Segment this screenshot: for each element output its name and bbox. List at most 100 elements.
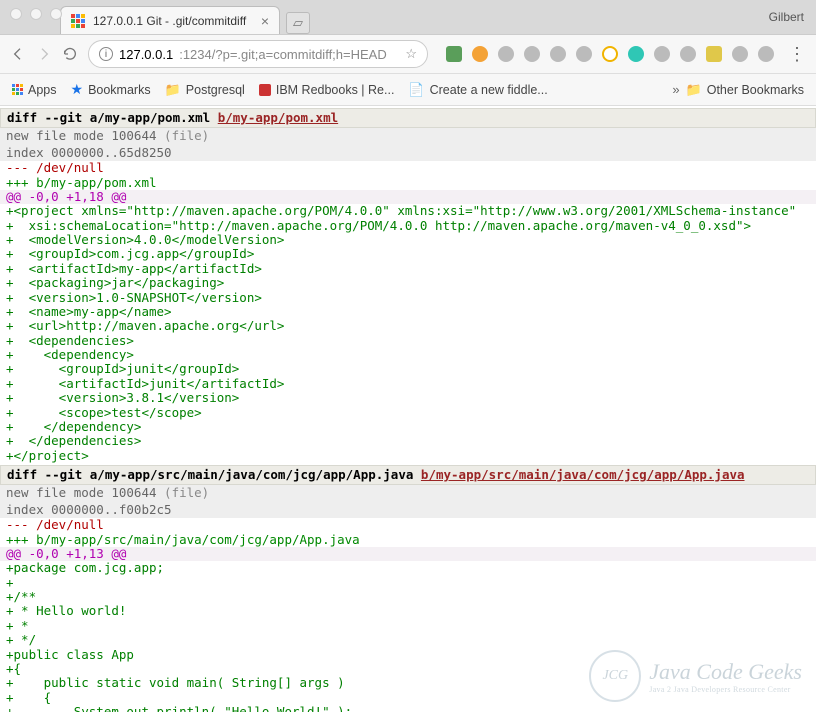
diff-added-line: +{ bbox=[0, 662, 816, 676]
diff-added-line: + { bbox=[0, 691, 816, 705]
diff-added-line: + <name>my-app</name> bbox=[0, 305, 816, 319]
diff-added-line: + <version>3.8.1</version> bbox=[0, 391, 816, 405]
extension-evernote-icon[interactable] bbox=[446, 46, 462, 62]
profile-name[interactable]: Gilbert bbox=[769, 10, 804, 24]
extension-icon[interactable] bbox=[680, 46, 696, 62]
bookmark-star-icon[interactable]: ☆ bbox=[405, 46, 417, 62]
diff-added-line: + xsi:schemaLocation="http://maven.apach… bbox=[0, 219, 816, 233]
diff-minus-file: --- /dev/null bbox=[0, 518, 816, 532]
reload-button[interactable] bbox=[62, 45, 78, 63]
diff-file-header: diff --git a/my-app/src/main/java/com/jc… bbox=[0, 465, 816, 485]
diff-added-line: +</project> bbox=[0, 449, 816, 463]
diff-minus-file: --- /dev/null bbox=[0, 161, 816, 175]
diff-index: index 0000000..f00b2c5 bbox=[0, 502, 816, 518]
url-host: 127.0.0.1 bbox=[119, 47, 173, 62]
diff-added-line: +public class App bbox=[0, 648, 816, 662]
diff-added-line: + <scope>test</scope> bbox=[0, 406, 816, 420]
bookmark-postgresql[interactable]: 📁 Postgresql bbox=[165, 82, 245, 98]
tab-close-icon[interactable]: × bbox=[261, 13, 269, 29]
diff-mode: new file mode 100644 (file) bbox=[0, 485, 816, 501]
diff-added-line: + <groupId>com.jcg.app</groupId> bbox=[0, 247, 816, 261]
url-path: :1234/?p=.git;a=commitdiff;h=HEAD bbox=[179, 47, 387, 62]
page-icon: 📄 bbox=[408, 82, 424, 98]
diff-header-text: diff --git a/my-app/src/main/java/com/jc… bbox=[7, 467, 421, 482]
diff-added-line: + <modelVersion>4.0.0</modelVersion> bbox=[0, 233, 816, 247]
address-bar: i 127.0.0.1 :1234/?p=.git;a=commitdiff;h=… bbox=[0, 34, 816, 74]
page-content: diff --git a/my-app/pom.xml b/my-app/pom… bbox=[0, 106, 816, 712]
window-controls bbox=[10, 8, 62, 20]
diff-plus-file: +++ b/my-app/src/main/java/com/jcg/app/A… bbox=[0, 533, 816, 547]
extension-icon[interactable] bbox=[498, 46, 514, 62]
extension-icon[interactable] bbox=[732, 46, 748, 62]
diff-added-line: + */ bbox=[0, 633, 816, 647]
bookmark-fiddle[interactable]: 📄 Create a new fiddle... bbox=[408, 82, 547, 98]
diff-added-line: +package com.jcg.app; bbox=[0, 561, 816, 575]
apps-label: Apps bbox=[28, 83, 57, 97]
diff-added-line: + <version>1.0-SNAPSHOT</version> bbox=[0, 291, 816, 305]
bookmark-label: Bookmarks bbox=[88, 83, 151, 97]
diff-added-line: + * Hello world! bbox=[0, 604, 816, 618]
traffic-light-close-icon[interactable] bbox=[10, 8, 22, 20]
browser-tab[interactable]: 127.0.0.1 Git - .git/commitdiff × bbox=[60, 6, 280, 34]
bookmarks-overflow-icon[interactable]: » bbox=[672, 82, 679, 97]
diff-file-header: diff --git a/my-app/pom.xml b/my-app/pom… bbox=[0, 108, 816, 128]
extension-icon[interactable] bbox=[758, 46, 774, 62]
diff-hunk-header: @@ -0,0 +1,18 @@ bbox=[0, 190, 816, 204]
bookmark-label: Postgresql bbox=[186, 83, 245, 97]
forward-button[interactable] bbox=[36, 45, 52, 63]
extension-icon[interactable] bbox=[550, 46, 566, 62]
tab-favicon-icon bbox=[71, 14, 85, 28]
redbook-icon bbox=[259, 84, 271, 96]
other-bookmarks[interactable]: 📁 Other Bookmarks bbox=[686, 82, 804, 98]
site-info-icon[interactable]: i bbox=[99, 47, 113, 61]
chrome-menu-button[interactable]: ⋮ bbox=[784, 44, 810, 65]
bookmarks-bar: Apps ★ Bookmarks 📁 Postgresql IBM Redboo… bbox=[0, 74, 816, 106]
diff-added-line: + <url>http://maven.apache.org</url> bbox=[0, 319, 816, 333]
star-icon: ★ bbox=[71, 81, 84, 98]
traffic-light-zoom-icon[interactable] bbox=[50, 8, 62, 20]
diff-added-line: + <dependencies> bbox=[0, 334, 816, 348]
diff-file-link[interactable]: b/my-app/src/main/java/com/jcg/app/App.j… bbox=[421, 467, 745, 482]
back-button[interactable] bbox=[10, 45, 26, 63]
diff-mode: new file mode 100644 (file) bbox=[0, 128, 816, 144]
bookmark-bookmarks[interactable]: ★ Bookmarks bbox=[71, 81, 151, 98]
extension-icon[interactable] bbox=[576, 46, 592, 62]
bookmark-label: IBM Redbooks | Re... bbox=[276, 83, 395, 97]
diff-plus-file: +++ b/my-app/pom.xml bbox=[0, 176, 816, 190]
diff-hunk-header: @@ -0,0 +1,13 @@ bbox=[0, 547, 816, 561]
diff-added-line: +<project xmlns="http://maven.apache.org… bbox=[0, 204, 816, 218]
diff-added-line: + <artifactId>my-app</artifactId> bbox=[0, 262, 816, 276]
diff-added-line: + * bbox=[0, 619, 816, 633]
diff-added-line: + </dependencies> bbox=[0, 434, 816, 448]
diff-file-link[interactable]: b/my-app/pom.xml bbox=[218, 110, 338, 125]
apps-grid-icon bbox=[12, 84, 23, 95]
extension-icon[interactable] bbox=[628, 46, 644, 62]
diff-added-line: +/** bbox=[0, 590, 816, 604]
new-tab-button[interactable]: ▱ bbox=[286, 12, 310, 34]
tab-strip: 127.0.0.1 Git - .git/commitdiff × ▱ Gilb… bbox=[0, 0, 816, 34]
apps-button[interactable]: Apps bbox=[12, 83, 57, 97]
extension-icon[interactable] bbox=[524, 46, 540, 62]
diff-added-line: + <artifactId>junit</artifactId> bbox=[0, 377, 816, 391]
extension-icon[interactable] bbox=[706, 46, 722, 62]
traffic-light-minimize-icon[interactable] bbox=[30, 8, 42, 20]
extension-icon[interactable] bbox=[472, 46, 488, 62]
folder-icon: 📁 bbox=[165, 82, 181, 98]
tab-title: 127.0.0.1 Git - .git/commitdiff bbox=[93, 14, 253, 28]
diff-added-line: + public static void main( String[] args… bbox=[0, 676, 816, 690]
diff-added-line: + bbox=[0, 576, 816, 590]
diff-added-line: + </dependency> bbox=[0, 420, 816, 434]
extension-icon[interactable] bbox=[654, 46, 670, 62]
extension-icons bbox=[446, 46, 774, 62]
diff-added-line: + <dependency> bbox=[0, 348, 816, 362]
bookmark-ibm[interactable]: IBM Redbooks | Re... bbox=[259, 83, 395, 97]
diff-added-line: + <groupId>junit</groupId> bbox=[0, 362, 816, 376]
bookmark-label: Create a new fiddle... bbox=[430, 83, 548, 97]
bookmark-label: Other Bookmarks bbox=[707, 83, 804, 97]
folder-icon: 📁 bbox=[686, 82, 702, 98]
diff-added-line: + System.out.println( "Hello World!" ); bbox=[0, 705, 816, 712]
url-input[interactable]: i 127.0.0.1 :1234/?p=.git;a=commitdiff;h=… bbox=[88, 40, 428, 68]
diff-header-text: diff --git a/my-app/pom.xml bbox=[7, 110, 218, 125]
extension-icon[interactable] bbox=[602, 46, 618, 62]
diff-added-line: + <packaging>jar</packaging> bbox=[0, 276, 816, 290]
